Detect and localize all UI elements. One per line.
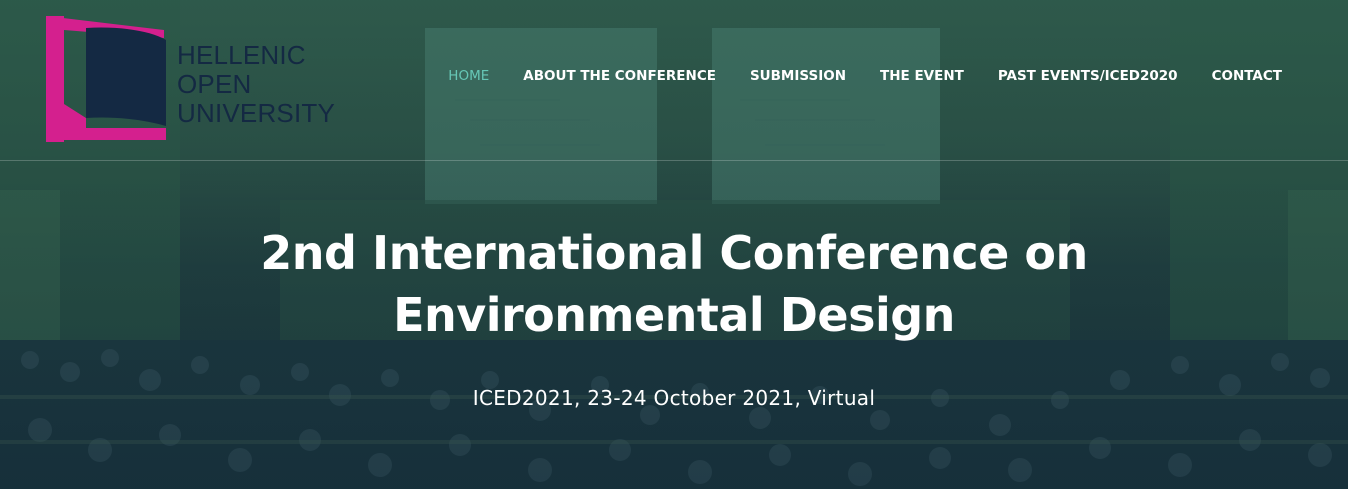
nav-past-events[interactable]: PAST EVENTS/ICED2020 <box>998 68 1178 84</box>
logo-line-3: UNIVERSITY <box>177 98 336 128</box>
nav-the-event[interactable]: THE EVENT <box>880 68 964 84</box>
hellenic-open-university-logo[interactable]: HELLENIC OPEN UNIVERSITY <box>46 16 346 142</box>
main-navigation: HOME ABOUT THE CONFERENCE SUBMISSION THE… <box>414 68 1282 84</box>
nav-about-the-conference[interactable]: ABOUT THE CONFERENCE <box>523 68 716 84</box>
conference-title: 2nd International Conference on Environm… <box>0 222 1348 346</box>
title-line-1: 2nd International Conference on <box>260 226 1088 280</box>
hero-banner: HELLENIC OPEN UNIVERSITY HOME ABOUT THE … <box>0 0 1348 489</box>
nav-submission[interactable]: SUBMISSION <box>750 68 846 84</box>
university-emblem-icon <box>46 16 166 142</box>
site-header: HELLENIC OPEN UNIVERSITY HOME ABOUT THE … <box>0 0 1348 161</box>
nav-home[interactable]: HOME <box>448 68 489 84</box>
logo-line-2: OPEN <box>177 69 252 99</box>
logo-wordmark: HELLENIC OPEN UNIVERSITY <box>177 41 335 128</box>
nav-contact[interactable]: CONTACT <box>1212 68 1282 84</box>
logo-line-1: HELLENIC <box>177 40 306 70</box>
title-line-2: Environmental Design <box>393 288 955 342</box>
conference-subtitle: ICED2021, 23-24 October 2021, Virtual <box>472 386 876 410</box>
